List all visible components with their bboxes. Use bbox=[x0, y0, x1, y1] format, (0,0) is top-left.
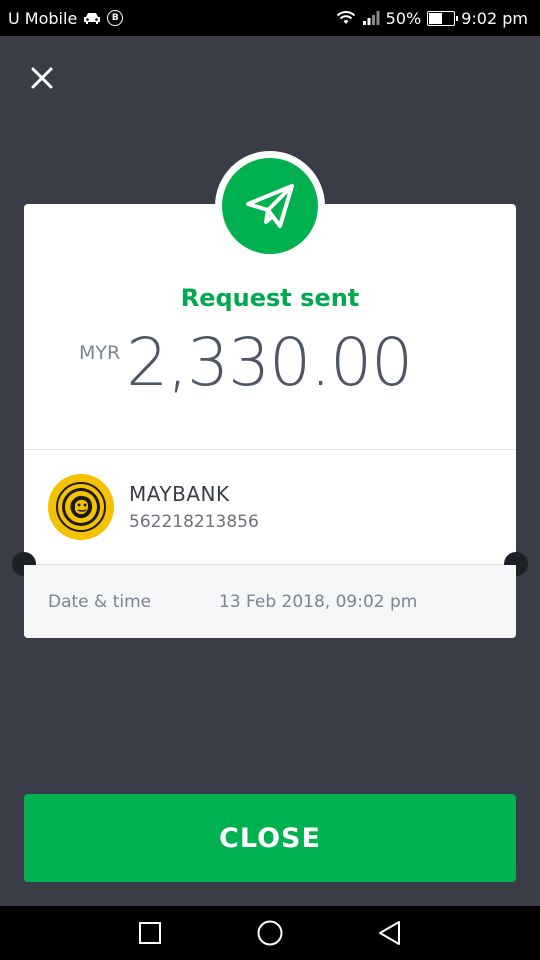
account-number: 562218213856 bbox=[129, 512, 259, 532]
currency-code: MYR bbox=[79, 342, 121, 364]
bank-name: MAYBANK bbox=[129, 482, 230, 506]
wifi-icon bbox=[336, 10, 356, 26]
status-bar: U Mobile B 50% 9:02 pm bbox=[0, 0, 540, 36]
date-row: Date & time 13 Feb 2018, 09:02 pm bbox=[24, 565, 516, 638]
amount-row: MYR 2,330.00 bbox=[79, 324, 413, 401]
battery-percent: 50% bbox=[385, 8, 422, 28]
paper-plane-icon bbox=[242, 178, 298, 234]
car-icon bbox=[83, 11, 101, 25]
date-value: 13 Feb 2018, 09:02 pm bbox=[219, 591, 418, 612]
status-left: U Mobile B bbox=[8, 8, 124, 28]
close-icon[interactable] bbox=[27, 63, 57, 93]
navigation-bar bbox=[0, 906, 540, 960]
maybank-logo-icon bbox=[48, 474, 114, 540]
date-label: Date & time bbox=[48, 591, 152, 612]
receipt-card: Request sent MYR 2,330.00 MAYBANK 562218… bbox=[12, 204, 528, 638]
battery-icon bbox=[427, 10, 459, 26]
status-right: 50% 9:02 pm bbox=[336, 9, 528, 28]
amount-value: 2,330.00 bbox=[126, 324, 413, 401]
carrier-name: U Mobile bbox=[8, 8, 78, 28]
home-circle-icon[interactable] bbox=[255, 918, 285, 948]
recents-square-icon[interactable] bbox=[135, 918, 165, 948]
clock: 9:02 pm bbox=[461, 8, 528, 28]
send-icon-circle bbox=[222, 158, 318, 254]
recipient-details: MAYBANK 562218213856 bbox=[129, 482, 259, 532]
recipient-row: MAYBANK 562218213856 bbox=[48, 474, 259, 540]
send-icon-badge bbox=[215, 151, 325, 261]
back-triangle-icon[interactable] bbox=[375, 918, 405, 948]
b-badge-icon: B bbox=[107, 10, 124, 26]
status-title: Request sent bbox=[180, 284, 360, 312]
signal-icon bbox=[362, 10, 380, 26]
close-button[interactable]: CLOSE bbox=[24, 794, 516, 882]
